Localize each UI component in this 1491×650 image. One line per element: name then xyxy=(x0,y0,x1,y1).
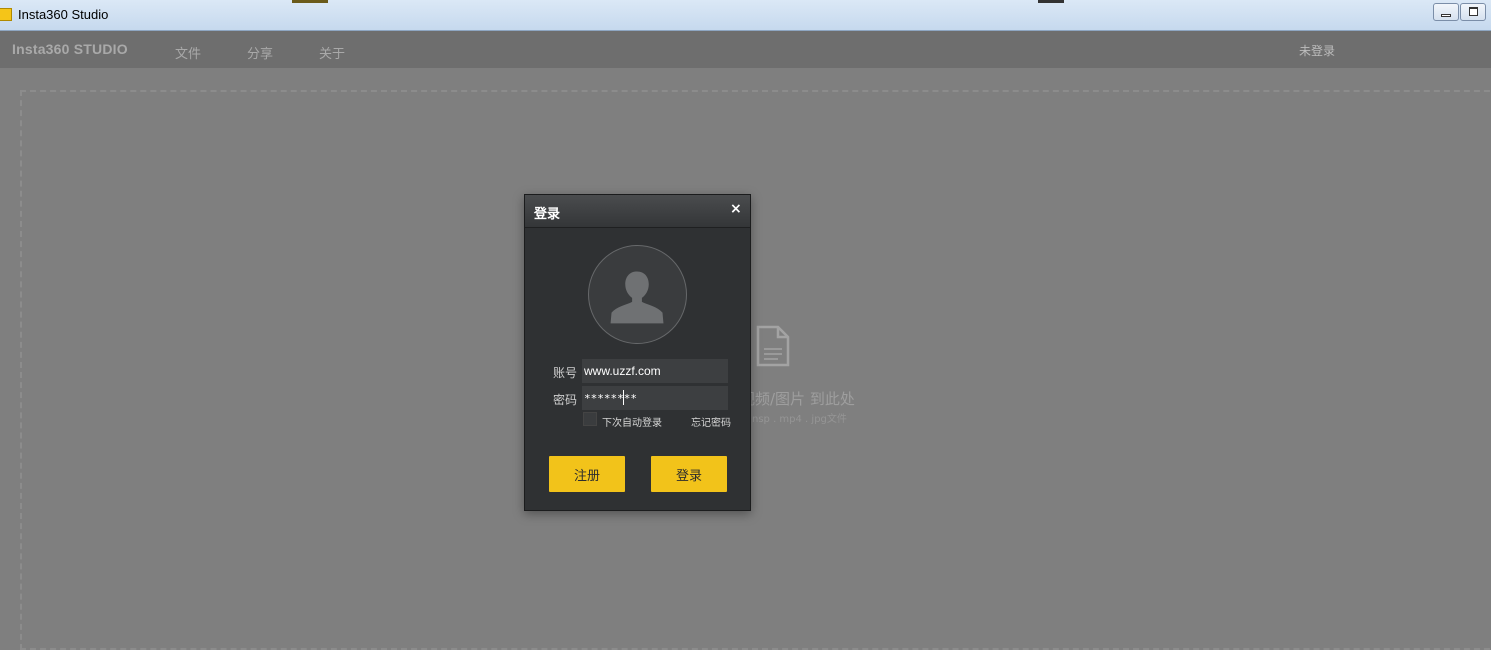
login-button[interactable]: 登录 xyxy=(651,456,727,492)
password-input[interactable] xyxy=(582,386,728,410)
avatar xyxy=(588,245,687,344)
menu-about[interactable]: 关于 xyxy=(319,43,345,62)
background-window-strip xyxy=(292,0,328,3)
file-drop-zone[interactable] xyxy=(20,90,1491,650)
app-icon xyxy=(0,8,12,21)
drop-hint-text: 视频/图片 到此处 xyxy=(740,390,855,408)
app-menubar: Insta360 STUDIO 文件 分享 关于 未登录 xyxy=(0,31,1491,68)
drop-file-types: nsp . mp4 . jpg文件 xyxy=(752,414,847,425)
menu-file[interactable]: 文件 xyxy=(175,43,201,62)
password-label: 密码 xyxy=(553,393,578,407)
user-silhouette-icon xyxy=(610,271,664,324)
account-label: 账号 xyxy=(553,366,578,380)
window-title: Insta360 Studio xyxy=(18,7,109,22)
menu-share[interactable]: 分享 xyxy=(247,43,273,62)
background-window-strip xyxy=(1038,0,1064,3)
close-icon[interactable]: × xyxy=(730,201,742,217)
user-login-status[interactable]: 未登录 xyxy=(1299,42,1335,59)
auto-login-label: 下次自动登录 xyxy=(602,418,662,429)
minimize-button[interactable] xyxy=(1433,3,1459,21)
dialog-title: 登录 xyxy=(534,207,561,222)
forgot-password-link[interactable]: 忘记密码 xyxy=(691,414,731,429)
login-dialog: 登录 × 账号 密码 下次自动登录 忘记密码 注册 登录 xyxy=(524,194,751,511)
app-brand-logo: Insta360 STUDIO xyxy=(12,41,128,57)
register-button[interactable]: 注册 xyxy=(549,456,625,492)
maximize-button[interactable] xyxy=(1460,3,1486,21)
document-icon xyxy=(756,325,790,367)
text-caret xyxy=(623,390,624,405)
dialog-header: 登录 × xyxy=(525,195,750,228)
auto-login-checkbox[interactable] xyxy=(583,412,597,426)
window-titlebar: Insta360 Studio xyxy=(0,0,1491,31)
account-input[interactable] xyxy=(582,359,728,383)
